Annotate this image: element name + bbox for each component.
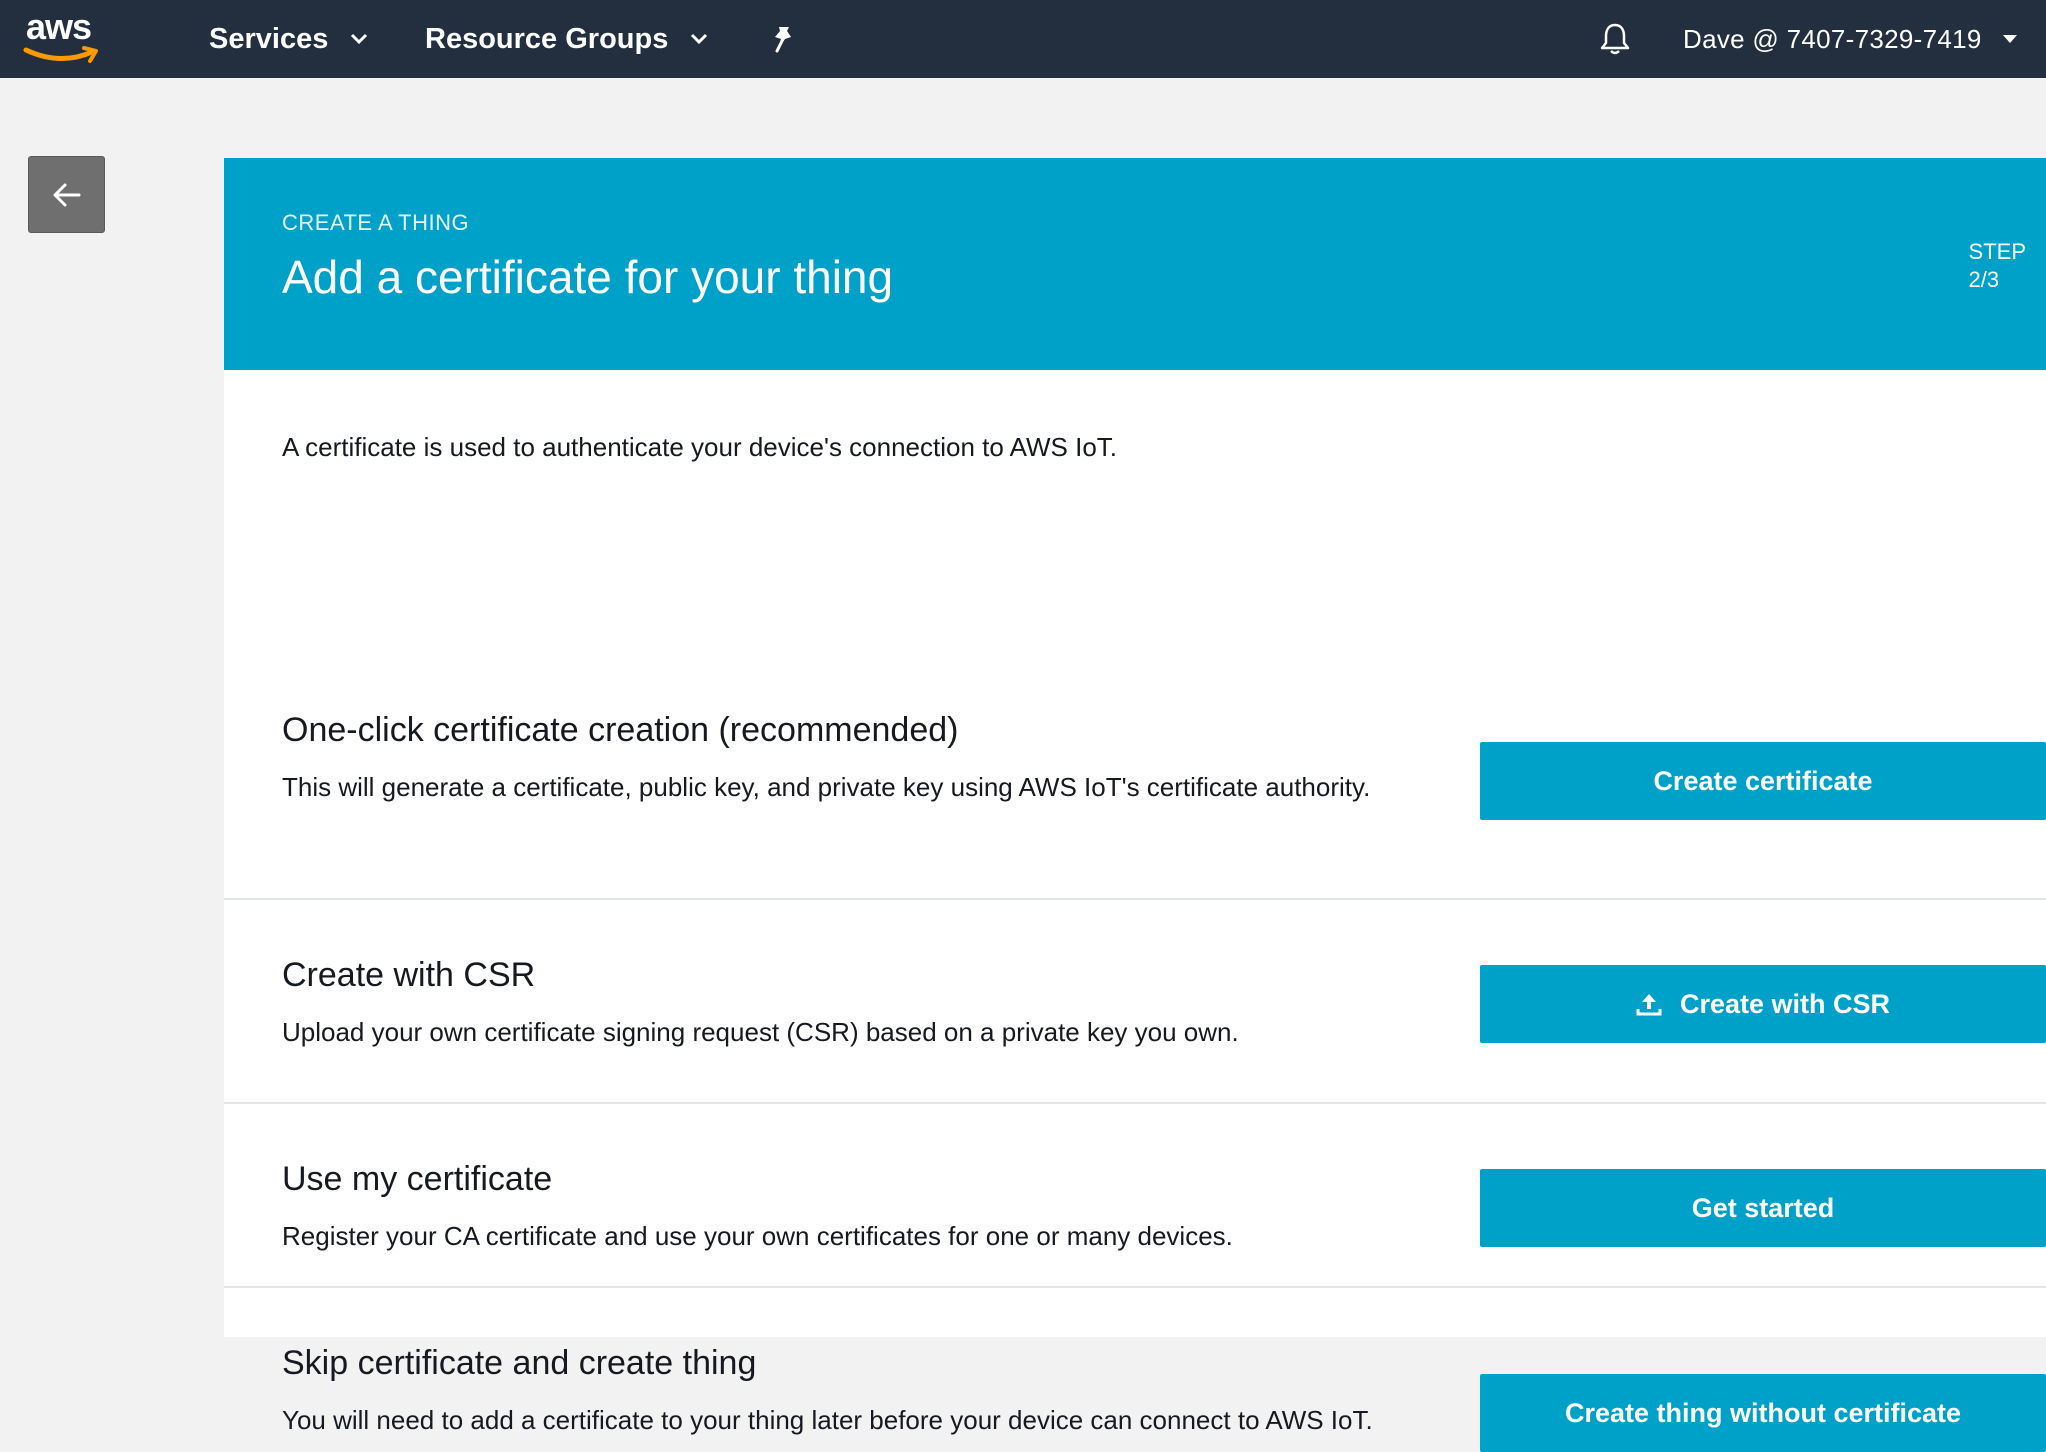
step-value: 2/3 <box>1968 267 2000 292</box>
step-indicator: STEP 2/3 <box>1969 238 2026 294</box>
option-description: This will generate a certificate, public… <box>282 772 1371 802</box>
create-with-csr-label: Create with CSR <box>1679 988 1891 1019</box>
resource-groups-menu[interactable]: Resource Groups <box>425 0 708 78</box>
resource-groups-label: Resource Groups <box>425 22 669 55</box>
chevron-down-icon <box>350 33 368 45</box>
get-started-label: Get started <box>1691 1192 1835 1223</box>
pin-icon[interactable] <box>770 0 798 78</box>
option-title: Use my certificate <box>282 1160 553 1198</box>
back-button[interactable] <box>28 156 105 233</box>
intro-text: A certificate is used to authenticate yo… <box>282 432 1118 462</box>
chevron-down-icon <box>690 33 708 45</box>
option-title: Create with CSR <box>282 956 536 994</box>
breadcrumb: CREATE A THING <box>282 210 470 235</box>
caret-down-icon <box>2002 34 2018 44</box>
create-thing-without-certificate-button[interactable]: Create thing without certificate <box>1480 1374 2046 1452</box>
services-menu[interactable]: Services <box>209 0 368 78</box>
create-certificate-button[interactable]: Create certificate <box>1480 742 2046 820</box>
account-label: Dave @ 7407-7329-7419 <box>1683 23 1982 54</box>
page-header: CREATE A THING Add a certificate for you… <box>224 158 2046 370</box>
option-title: Skip certificate and create thing <box>282 1344 757 1382</box>
bell-icon[interactable] <box>1598 0 1632 78</box>
option-description: Upload your own certificate signing requ… <box>282 1017 1239 1047</box>
account-menu[interactable]: Dave @ 7407-7329-7419 <box>1683 0 2018 78</box>
create-with-csr-button[interactable]: Create with CSR <box>1480 965 2046 1043</box>
arrow-left-icon <box>53 183 80 206</box>
page-title: Add a certificate for your thing <box>282 251 894 303</box>
create-thing-card: CREATE A THING Add a certificate for you… <box>224 158 2046 1452</box>
upload-icon <box>1636 992 1662 1016</box>
create-thing-without-certificate-label: Create thing without certificate <box>1564 1397 1962 1428</box>
get-started-button[interactable]: Get started <box>1480 1169 2046 1247</box>
top-nav: aws Services Resource Groups Dave @ 7407… <box>0 0 2046 78</box>
option-description: Register your CA certificate and use you… <box>282 1221 1233 1251</box>
step-label: STEP <box>1968 239 2026 264</box>
aws-smile-icon <box>23 46 98 63</box>
aws-logo-text: aws <box>26 6 92 47</box>
option-title: One-click certificate creation (recommen… <box>282 711 959 749</box>
aws-logo[interactable]: aws <box>22 6 108 68</box>
option-description: You will need to add a certificate to yo… <box>282 1405 1373 1435</box>
create-certificate-label: Create certificate <box>1653 765 1873 796</box>
services-label: Services <box>209 22 329 55</box>
